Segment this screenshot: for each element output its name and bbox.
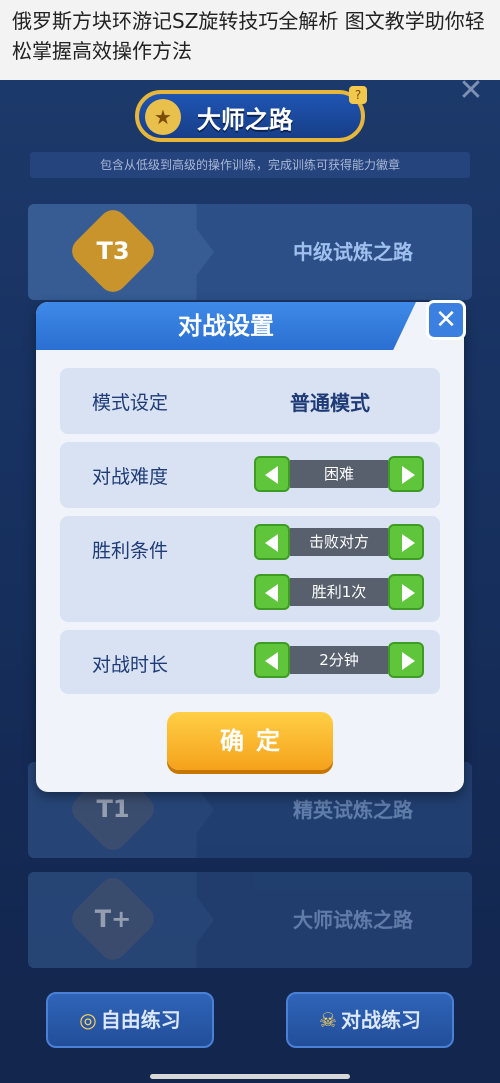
help-icon[interactable]: ? [349,86,367,104]
arrow-left-icon[interactable] [254,524,290,560]
chevron-decoration [178,204,214,300]
arrow-right-icon[interactable] [388,574,424,610]
duration-stepper: 2分钟 [254,642,424,678]
duration-value: 2分钟 [290,646,388,674]
skull-icon: ☠ [319,1008,337,1032]
free-practice-label: 自由练习 [100,1008,181,1032]
battle-settings-dialog: 对战设置 ✕ 模式设定 普通模式 对战难度 困难 胜利条件 击败对方 胜利1次 … [36,300,466,792]
master-road-banner: ★ 大师之路 ? [135,86,367,142]
arrow-right-icon[interactable] [388,642,424,678]
target-icon: ◎ [79,1008,97,1032]
duration-row: 对战时长 2分钟 [60,630,440,694]
victory-count-value: 胜利1次 [290,578,388,606]
caption-text: 俄罗斯方块环游记SZ旋转技巧全解析 图文教学助你轻松掌握高效操作方法 [0,0,500,80]
free-practice-button[interactable]: ◎ 自由练习 [46,992,214,1048]
banner-title: 大师之路 [197,106,293,134]
mode-value: 普通模式 [290,391,370,415]
battle-practice-button[interactable]: ☠ 对战练习 [286,992,454,1048]
row-label: 对战时长 [92,654,169,676]
row-label: 模式设定 [92,392,169,414]
level-label: 中级试炼之路 [293,240,413,264]
arrow-left-icon[interactable] [254,456,290,492]
close-icon[interactable]: ✕ [426,300,466,340]
difficulty-value: 困难 [290,460,388,488]
level-badge-label: T3 [96,237,130,265]
row-label: 胜利条件 [92,540,169,562]
arrow-left-icon[interactable] [254,642,290,678]
level-row-t3[interactable]: T3 中级试炼之路 [28,204,472,300]
victory-type-value: 击败对方 [290,528,388,556]
close-icon[interactable]: ✕ [456,76,486,106]
home-indicator [150,1074,350,1079]
banner-subtitle: 包含从低级到高级的操作训练，完成训练可获得能力徽章 [30,152,470,178]
level-label: 大师试炼之路 [293,908,413,932]
difficulty-row: 对战难度 困难 [60,442,440,508]
victory-type-stepper: 击败对方 [254,524,424,560]
level-badge-label: T+ [94,905,132,933]
victory-condition-row: 胜利条件 击败对方 胜利1次 [60,516,440,622]
row-label: 对战难度 [92,466,169,488]
arrow-left-icon[interactable] [254,574,290,610]
mode-setting-row: 模式设定 普通模式 [60,368,440,434]
level-row-tplus[interactable]: T+ 大师试炼之路 [28,872,472,968]
difficulty-stepper: 困难 [254,456,424,492]
battle-practice-label: 对战练习 [340,1008,421,1032]
arrow-right-icon[interactable] [388,456,424,492]
dialog-title: 对战设置 [178,312,274,340]
victory-count-stepper: 胜利1次 [254,574,424,610]
chevron-decoration [178,872,214,968]
confirm-button[interactable]: 确定 [167,712,333,770]
arrow-right-icon[interactable] [388,524,424,560]
medal-icon: ★ [145,99,181,135]
